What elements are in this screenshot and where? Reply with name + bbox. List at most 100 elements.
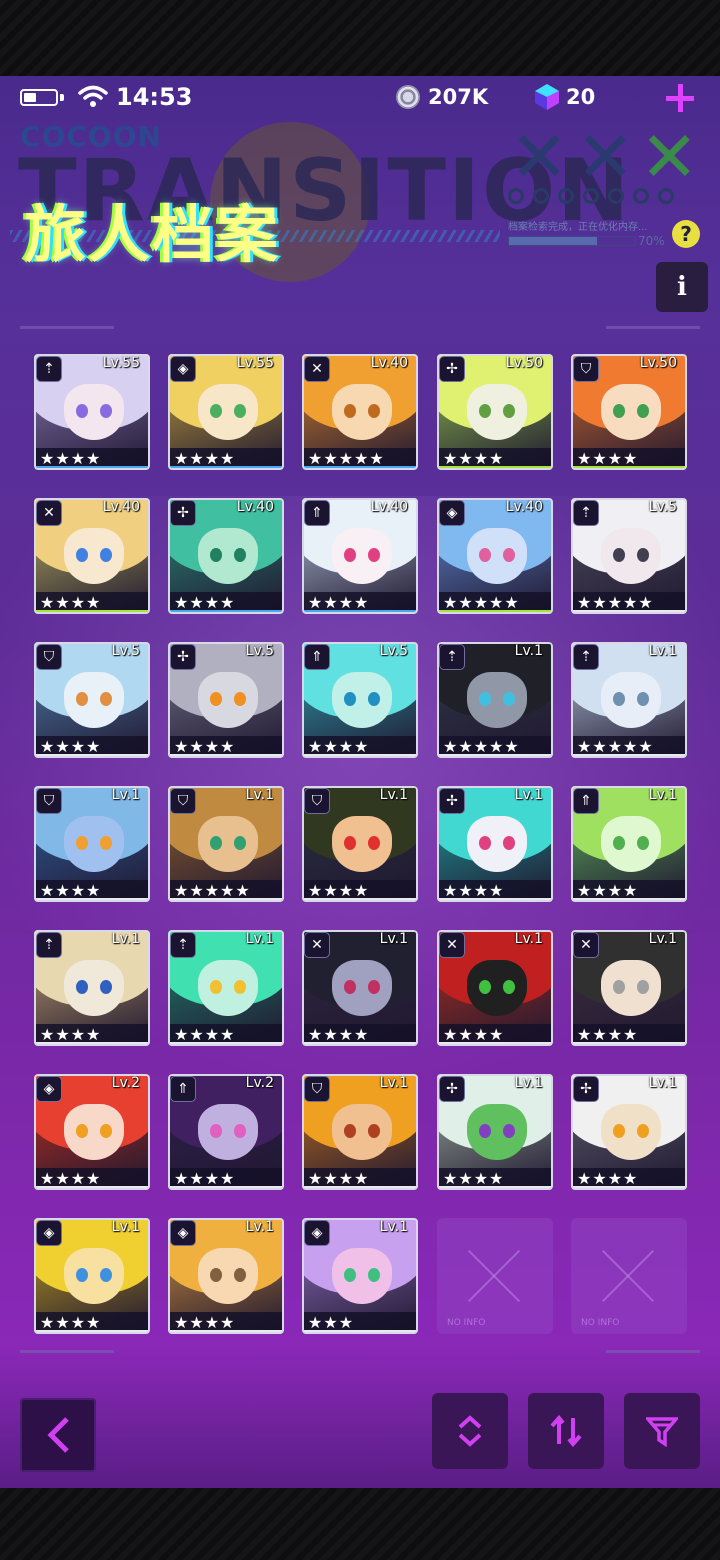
character-level: Lv.1: [514, 787, 543, 803]
portrait-eye: [210, 1124, 222, 1138]
portrait-face: [198, 384, 258, 440]
character-card[interactable]: ◈ Lv.40 ★★★★★: [437, 498, 553, 614]
gem-icon: [535, 84, 559, 110]
portrait-eye: [76, 836, 88, 850]
character-card[interactable]: ◈ Lv.2 ★★★★: [34, 1074, 150, 1190]
shield-icon: ⛉: [573, 356, 599, 382]
character-card[interactable]: ◈ Lv.1 ★★★: [302, 1218, 418, 1334]
crossed-swords-icon: ✕: [304, 356, 330, 382]
rarity-accent: [302, 1330, 418, 1334]
character-card[interactable]: ⇑ Lv.2 ★★★★: [168, 1074, 284, 1190]
rarity-accent: [34, 1186, 150, 1190]
spear-icon: ⇡: [36, 932, 62, 958]
rarity-accent: [571, 466, 687, 470]
shield-icon: ⛉: [170, 788, 196, 814]
character-card[interactable]: ✢ Lv.1 ★★★★: [437, 786, 553, 902]
character-card[interactable]: ✢ Lv.40 ★★★★: [168, 498, 284, 614]
empty-x-icon: [467, 1248, 523, 1304]
character-level: Lv.1: [648, 787, 677, 803]
portrait-eye: [368, 692, 380, 706]
portrait-face: [198, 1104, 258, 1160]
character-level: Lv.2: [111, 1075, 140, 1091]
character-level: Lv.40: [370, 499, 408, 515]
rarity-accent: [168, 610, 284, 614]
character-card[interactable]: ⇡ Lv.1 ★★★★★: [437, 642, 553, 758]
character-card[interactable]: ✕ Lv.40 ★★★★★: [302, 354, 418, 470]
arrow-up-icon: ⇑: [304, 644, 330, 670]
portrait-eye: [503, 692, 515, 706]
rarity-accent: [302, 1186, 418, 1190]
character-card[interactable]: ✕ Lv.1 ★★★★: [437, 930, 553, 1046]
portrait-eye: [100, 404, 112, 418]
x-mark-icon: ✕: [576, 116, 635, 198]
character-level: Lv.1: [514, 931, 543, 947]
character-card[interactable]: ◈ Lv.1 ★★★★: [34, 1218, 150, 1334]
bow-icon: ✢: [439, 356, 465, 382]
rarity-accent: [437, 754, 553, 758]
portrait-eye: [344, 980, 356, 994]
character-card[interactable]: ⛉ Lv.50 ★★★★: [571, 354, 687, 470]
character-card[interactable]: ⇡ Lv.55 ★★★★: [34, 354, 150, 470]
shield-icon: ⛉: [304, 1076, 330, 1102]
x-mark-icon: ✕: [510, 116, 569, 198]
character-level: Lv.5: [245, 643, 274, 659]
spear-icon: ⇡: [439, 644, 465, 670]
character-card[interactable]: ⇡ Lv.5 ★★★★★: [571, 498, 687, 614]
divider-left: [20, 326, 114, 329]
spear-icon: ⇡: [170, 932, 196, 958]
info-button[interactable]: i: [656, 262, 708, 312]
character-card[interactable]: ⇡ Lv.1 ★★★★★: [571, 642, 687, 758]
arrow-up-icon: ⇑: [573, 788, 599, 814]
character-card[interactable]: ⇑ Lv.5 ★★★★: [302, 642, 418, 758]
rarity-accent: [34, 1042, 150, 1046]
character-card[interactable]: ◈ Lv.55 ★★★★: [168, 354, 284, 470]
portrait-face: [601, 960, 661, 1016]
add-currency-button[interactable]: [664, 82, 696, 114]
portrait-face: [601, 672, 661, 728]
character-level: Lv.40: [236, 499, 274, 515]
rarity-accent: [34, 1330, 150, 1334]
portrait-eye: [368, 836, 380, 850]
character-card[interactable]: ⇑ Lv.1 ★★★★: [571, 786, 687, 902]
character-card[interactable]: ⛉ Lv.1 ★★★★★: [168, 786, 284, 902]
swap-sort-button[interactable]: [528, 1393, 604, 1469]
character-card[interactable]: ✕ Lv.40 ★★★★: [34, 498, 150, 614]
sort-order-button[interactable]: [432, 1393, 508, 1469]
portrait-eye: [210, 836, 222, 850]
filter-button[interactable]: [624, 1393, 700, 1469]
portrait-face: [332, 960, 392, 1016]
character-level: Lv.5: [648, 499, 677, 515]
character-card[interactable]: ✕ Lv.1 ★★★★: [571, 930, 687, 1046]
character-card[interactable]: ✢ Lv.5 ★★★★: [168, 642, 284, 758]
portrait-eye: [100, 1124, 112, 1138]
character-card[interactable]: ⛉ Lv.1 ★★★★: [302, 1074, 418, 1190]
portrait-eye: [76, 1268, 88, 1282]
character-level: Lv.1: [379, 931, 408, 947]
character-card[interactable]: ⛉ Lv.1 ★★★★: [302, 786, 418, 902]
character-level: Lv.5: [111, 643, 140, 659]
character-card[interactable]: ✕ Lv.1 ★★★★: [302, 930, 418, 1046]
character-card[interactable]: ⇡ Lv.1 ★★★★: [168, 930, 284, 1046]
portrait-eye: [100, 548, 112, 562]
portrait-face: [198, 528, 258, 584]
portrait-face: [198, 816, 258, 872]
back-button[interactable]: [20, 1398, 96, 1472]
portrait-eye: [637, 404, 649, 418]
character-card[interactable]: ⇡ Lv.1 ★★★★: [34, 930, 150, 1046]
portrait-eye: [100, 836, 112, 850]
character-card[interactable]: ◈ Lv.1 ★★★★: [168, 1218, 284, 1334]
character-level: Lv.55: [236, 355, 274, 371]
character-card[interactable]: ✢ Lv.50 ★★★★: [437, 354, 553, 470]
character-card[interactable]: ✢ Lv.1 ★★★★: [437, 1074, 553, 1190]
portrait-eye: [210, 1268, 222, 1282]
help-button[interactable]: ?: [672, 220, 700, 248]
portrait-eye: [637, 548, 649, 562]
character-card[interactable]: ✢ Lv.1 ★★★★: [571, 1074, 687, 1190]
character-card[interactable]: ⇑ Lv.40 ★★★★: [302, 498, 418, 614]
character-card[interactable]: ⛉ Lv.1 ★★★★: [34, 786, 150, 902]
character-card[interactable]: ⛉ Lv.5 ★★★★: [34, 642, 150, 758]
portrait-eye: [234, 1124, 246, 1138]
portrait-eye: [100, 1268, 112, 1282]
bow-icon: ✢: [573, 1076, 599, 1102]
divider-right-bottom: [606, 1350, 700, 1353]
